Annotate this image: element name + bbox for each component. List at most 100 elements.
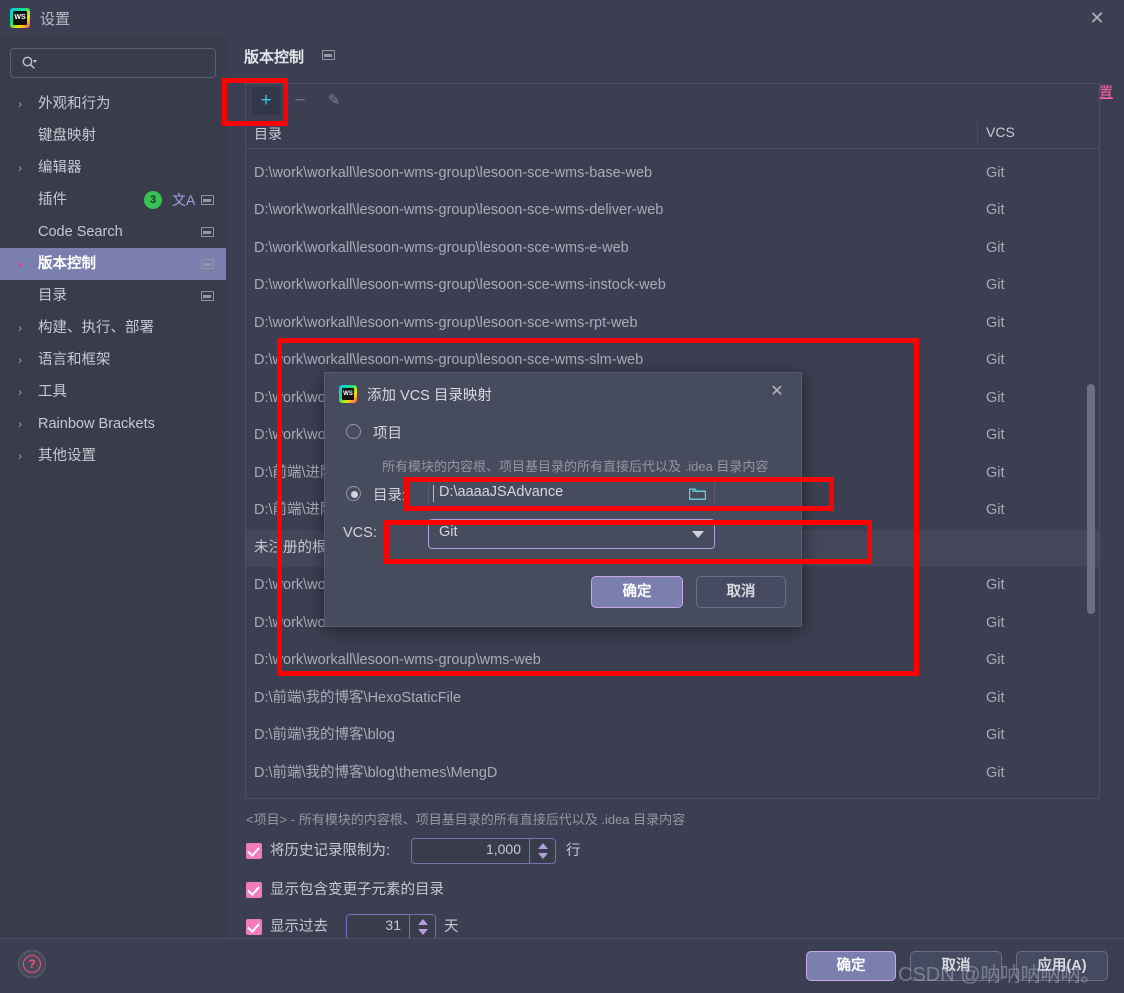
- row-vcs: Git: [986, 164, 1005, 181]
- column-divider: [977, 122, 978, 146]
- table-row[interactable]: D:\work\workall\lesoon-wms-group\wms-web…: [246, 642, 1099, 680]
- row-vcs: Git: [986, 689, 1005, 706]
- limit-history-checkbox[interactable]: [246, 843, 262, 859]
- table-row[interactable]: D:\work\workall\lesoon-wms-group\lesoon-…: [246, 230, 1099, 268]
- plugins-update-badge: 3: [144, 191, 162, 209]
- chevron-right-icon: ›: [18, 161, 22, 175]
- row-path: D:\前端\我的博客\HexoStaticFile: [254, 689, 462, 706]
- chevron-down-icon[interactable]: [692, 531, 704, 538]
- help-button[interactable]: ?: [18, 950, 46, 978]
- row-path: D:\work\workall\lesoon-wms-group\lesoon-…: [254, 202, 664, 218]
- row-vcs: Git: [986, 577, 1005, 593]
- sidebar-item-plugins[interactable]: 插件 3 文A: [0, 184, 226, 216]
- question-mark-icon: ?: [23, 955, 41, 973]
- stepper-arrows[interactable]: [529, 839, 555, 863]
- row-vcs: Git: [986, 314, 1005, 331]
- sidebar-item-other-settings[interactable]: › 其他设置: [0, 440, 226, 472]
- dialog-title: 添加 VCS 目录映射: [367, 388, 492, 404]
- sidebar-item-code-search[interactable]: Code Search: [0, 216, 226, 248]
- sidebar-item-rainbow-brackets[interactable]: › Rainbow Brackets: [0, 408, 226, 440]
- stepper-down-icon[interactable]: [538, 853, 548, 859]
- row-vcs: Git: [986, 389, 1005, 406]
- show-past-days-stepper[interactable]: 31: [346, 914, 436, 940]
- dialog-ok-button[interactable]: 确定: [591, 576, 683, 608]
- stepper-down-icon[interactable]: [418, 929, 428, 935]
- row-vcs: Git: [986, 764, 1005, 781]
- dialog-cancel-button[interactable]: 取消: [696, 576, 786, 608]
- sidebar-item-build-exec-deploy[interactable]: › 构建、执行、部署: [0, 312, 226, 344]
- show-past-days-checkbox[interactable]: [246, 919, 262, 935]
- row-vcs: Git: [986, 614, 1005, 631]
- stepper-up-icon[interactable]: [418, 919, 428, 925]
- chevron-right-icon: ›: [18, 449, 22, 463]
- show-changed-dirs-label: 显示包含变更子元素的目录: [270, 882, 444, 898]
- settings-tree: › 外观和行为 键盘映射 › 编辑器 插件 3 文A Code Search ›: [0, 88, 226, 472]
- dialog-close-icon[interactable]: ✕: [767, 382, 787, 402]
- directory-path-input[interactable]: D:\aaaaJSAdvance: [428, 480, 715, 507]
- row-path: D:\work\workall\lesoon-wms-group\lesoon-…: [254, 277, 666, 293]
- browse-folder-icon[interactable]: [689, 487, 706, 500]
- directory-radio-label: 目录:: [373, 488, 407, 504]
- row-vcs: Git: [986, 277, 1005, 293]
- table-row[interactable]: D:\work\workall\lesoon-wms-group\lesoon-…: [246, 155, 1099, 193]
- sidebar-item-languages-frameworks[interactable]: › 语言和框架: [0, 344, 226, 376]
- mappings-footnote: <项目> - 所有模块的内容根、项目基目录的所有直接后代以及 .idea 目录内…: [246, 812, 686, 827]
- sidebar-item-label: 键盘映射: [38, 128, 96, 144]
- show-changed-dirs-checkbox[interactable]: [246, 882, 262, 898]
- search-input[interactable]: [43, 49, 211, 77]
- cancel-button[interactable]: 取消: [910, 951, 1002, 981]
- row-vcs: Git: [986, 202, 1005, 218]
- show-past-days-value: 31: [385, 917, 401, 933]
- chevron-right-icon: ›: [18, 417, 22, 431]
- text-caret: [433, 485, 434, 502]
- webstorm-logo-icon: WS: [10, 8, 30, 28]
- table-row[interactable]: D:\前端\我的博客\HexoStaticFile Git: [246, 680, 1099, 718]
- vcs-select[interactable]: Git: [428, 519, 715, 549]
- table-row[interactable]: D:\work\workall\lesoon-wms-group\lesoon-…: [246, 267, 1099, 305]
- sidebar-item-version-control[interactable]: › 版本控制: [0, 248, 226, 280]
- settings-sidebar: › 外观和行为 键盘映射 › 编辑器 插件 3 文A Code Search ›: [0, 36, 226, 938]
- stepper-arrows[interactable]: [409, 915, 435, 939]
- table-row[interactable]: D:\前端\我的博客\blog\themes\MengD Git: [246, 755, 1099, 793]
- sidebar-item-appearance[interactable]: › 外观和行为: [0, 88, 226, 120]
- table-row[interactable]: D:\work\workall\lesoon-wms-group\lesoon-…: [246, 305, 1099, 343]
- limit-history-stepper[interactable]: 1,000: [411, 838, 556, 864]
- search-box[interactable]: [10, 48, 216, 78]
- column-header-directory[interactable]: 目录: [254, 124, 282, 144]
- modified-marker-icon: [201, 291, 214, 301]
- row-vcs: Git: [986, 239, 1005, 256]
- ok-button[interactable]: 确定: [806, 951, 896, 981]
- modified-marker-icon: [201, 259, 214, 269]
- chevron-right-icon: ›: [18, 353, 22, 367]
- project-radio[interactable]: [346, 424, 361, 439]
- row-path: 未注册的根: [254, 539, 327, 556]
- sidebar-item-keymap[interactable]: 键盘映射: [0, 120, 226, 152]
- table-scrollbar[interactable]: [1087, 149, 1097, 798]
- directory-radio[interactable]: [346, 486, 361, 501]
- table-row[interactable]: D:\前端\我的博客\blog Git: [246, 717, 1099, 755]
- sidebar-item-editor[interactable]: › 编辑器: [0, 152, 226, 184]
- row-vcs: Git: [986, 427, 1005, 443]
- remove-mapping-button[interactable]: −: [286, 87, 314, 115]
- stepper-up-icon[interactable]: [538, 843, 548, 849]
- close-icon[interactable]: ✕: [1086, 8, 1108, 30]
- scrollbar-thumb[interactable]: [1087, 384, 1095, 614]
- apply-button[interactable]: 应用(A): [1016, 951, 1108, 981]
- add-vcs-mapping-dialog: WS 添加 VCS 目录映射 ✕ 项目 所有模块的内容根、项目基目录的所有直接后…: [324, 372, 802, 627]
- add-mapping-button[interactable]: +: [252, 87, 280, 115]
- edit-mapping-button[interactable]: ✎: [320, 87, 348, 115]
- modified-marker-icon: [201, 195, 214, 205]
- vcs-selected-value: Git: [439, 524, 458, 540]
- sidebar-item-tools[interactable]: › 工具: [0, 376, 226, 408]
- column-header-vcs[interactable]: VCS: [986, 124, 1015, 140]
- sidebar-item-label: 外观和行为: [38, 96, 111, 112]
- chevron-right-icon: ›: [18, 97, 22, 111]
- sidebar-item-directories[interactable]: 目录: [0, 280, 226, 312]
- row-path: D:\work\workall\lesoon-wms-group\wms-web: [254, 652, 541, 668]
- sidebar-item-label: 版本控制: [38, 256, 96, 272]
- row-vcs: Git: [986, 464, 1005, 481]
- mappings-table-header: 目录 VCS: [245, 119, 1100, 149]
- limit-history-unit: 行: [566, 843, 581, 859]
- table-row[interactable]: D:\work\workall\lesoon-wms-group\lesoon-…: [246, 192, 1099, 230]
- show-past-days-label: 显示过去: [270, 919, 328, 935]
